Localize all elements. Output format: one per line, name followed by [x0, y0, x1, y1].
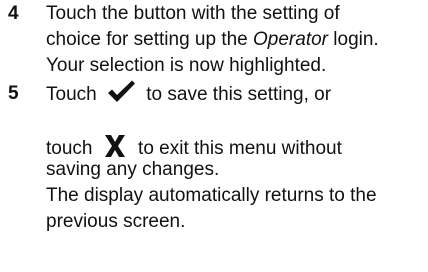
- step-5-line-3: saving any changes.: [46, 158, 219, 182]
- step-4-text-1: Touch the button with the setting of: [46, 3, 340, 24]
- step-5-text-1-start: Touch: [46, 84, 97, 106]
- step-5-line-1: Touch to save this setting, or: [46, 79, 332, 108]
- step-number: 4: [8, 3, 19, 24]
- step-4-text-2: choice for setting up the: [46, 29, 254, 50]
- checkmark-icon: [106, 79, 136, 105]
- step-5-text-1-end: to save this setting, or: [146, 84, 332, 106]
- step-number: 5: [8, 83, 19, 104]
- step-5-text-2-start: touch: [46, 138, 93, 160]
- operator-term: Operator: [253, 29, 328, 50]
- step-5-text-5: previous screen.: [46, 211, 186, 232]
- step-5-text-3: saving any changes.: [46, 159, 220, 180]
- step-4-line-2: choice for setting up the Operator login…: [46, 28, 379, 52]
- x-mark-icon: [103, 133, 127, 159]
- step-5-text-4: The display automatically returns to the: [46, 185, 377, 206]
- step-5-text-2-end: to exit this menu without: [138, 138, 342, 160]
- step-5-line-5: previous screen.: [46, 210, 185, 234]
- step-4-text-2-end: login.: [328, 29, 379, 50]
- step-4-text-3: Your selection is now highlighted.: [46, 55, 327, 76]
- step-5-line-4: The display automatically returns to the: [46, 184, 377, 208]
- step-4-line-3: Your selection is now highlighted.: [46, 54, 326, 78]
- step-4-line-1: Touch the button with the setting of: [46, 2, 340, 26]
